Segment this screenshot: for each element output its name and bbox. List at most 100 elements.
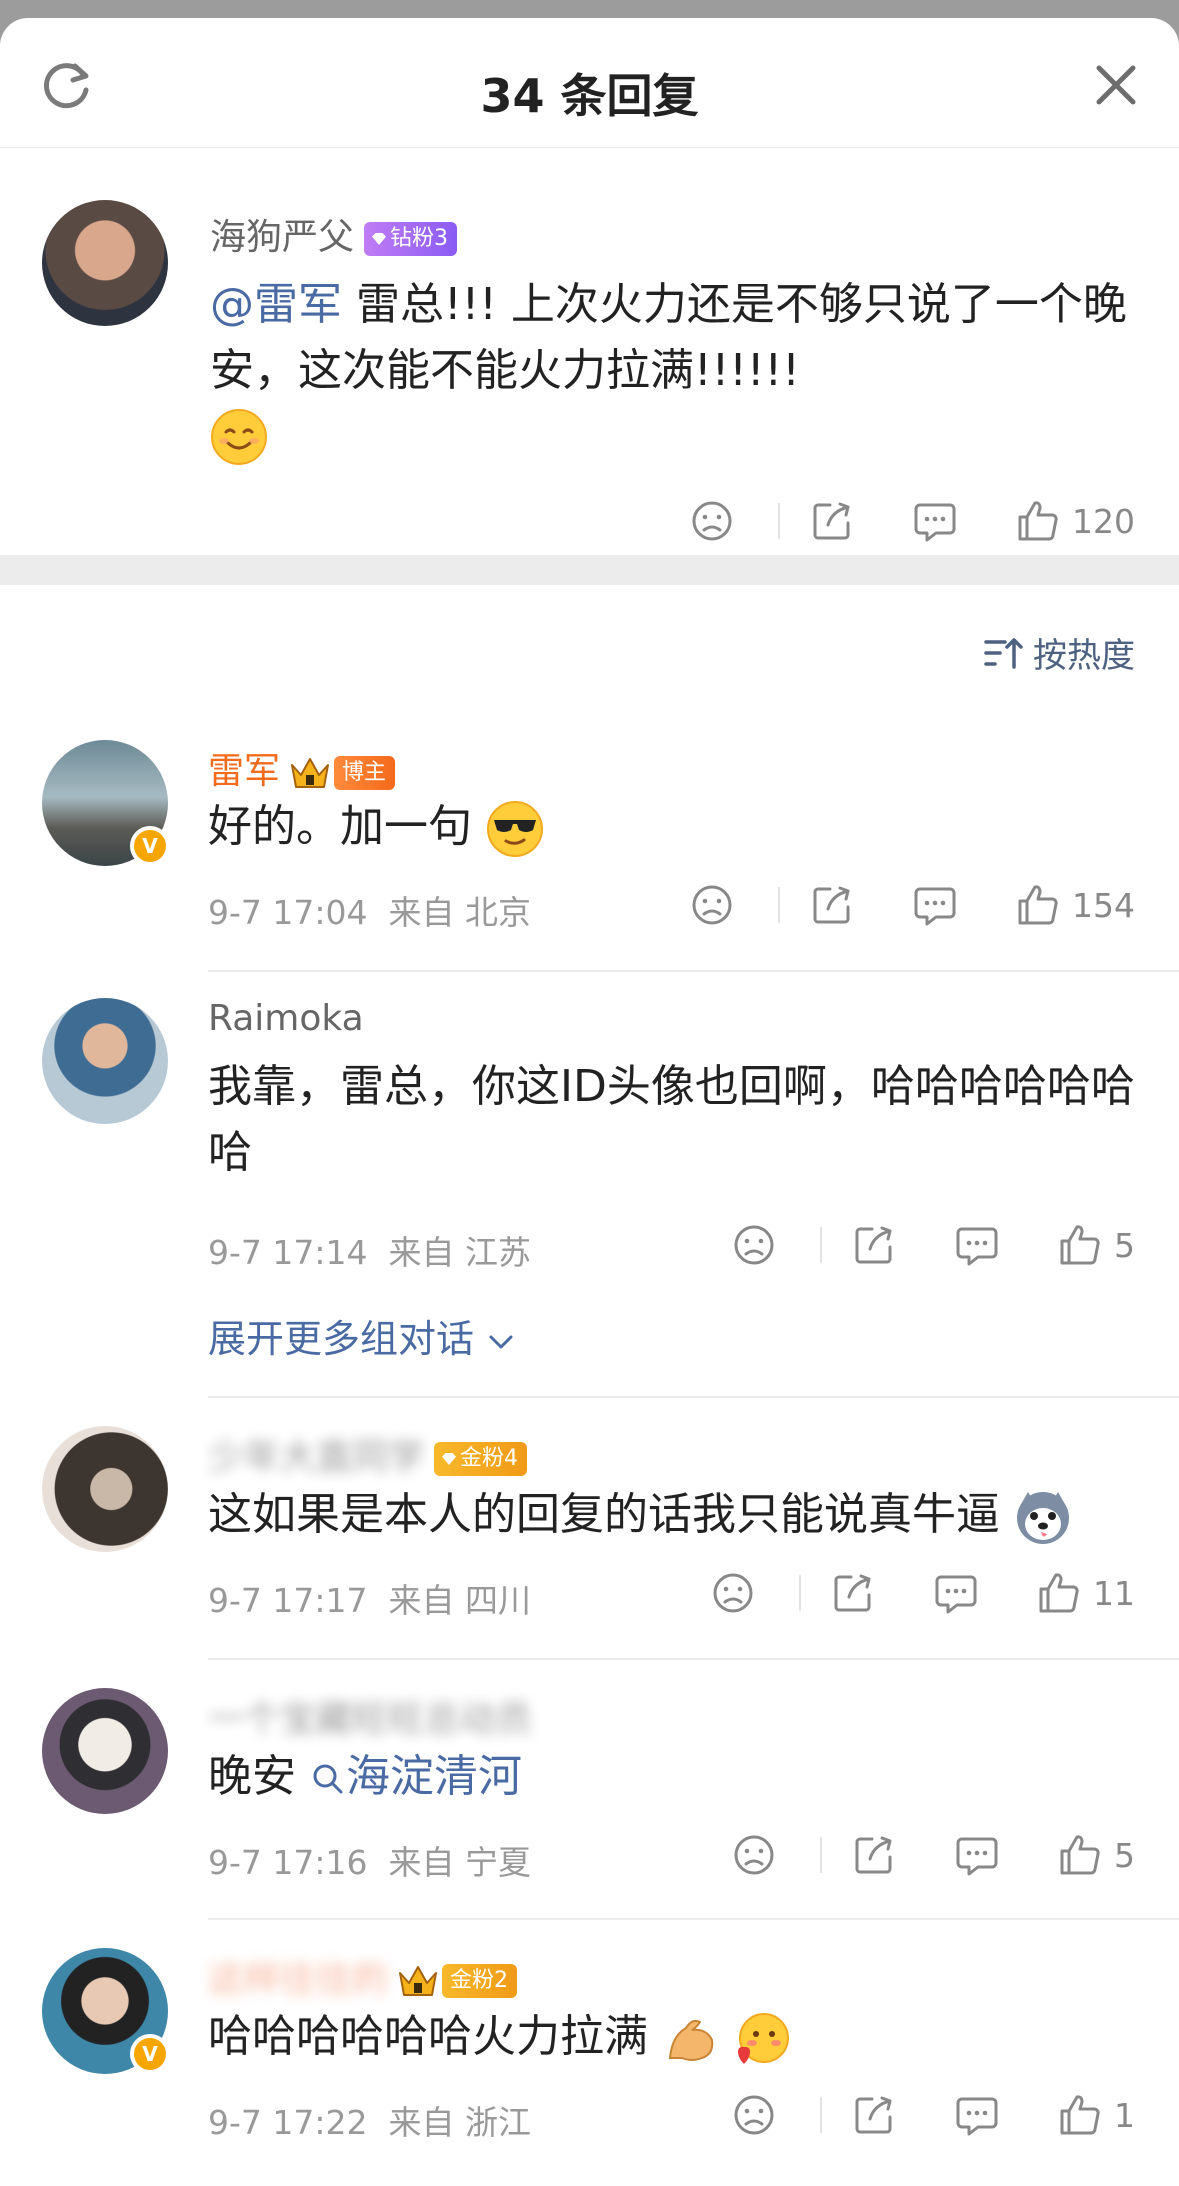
- reply-item: 少年大直同学 金粉4 这如果是本人的回复的话我只能说真牛逼 9-7 17:17 来…: [0, 1398, 1179, 1658]
- expand-label[interactable]: 展开更多组对话: [208, 1317, 474, 1361]
- username[interactable]: 少年大直同学 金粉4: [208, 1428, 528, 1480]
- comment-icon[interactable]: [954, 1223, 1000, 1267]
- reply-meta: 9-7 17:14 来自 江苏: [208, 1226, 531, 1274]
- avatar[interactable]: [42, 200, 168, 326]
- like-button[interactable]: 120: [1016, 499, 1135, 543]
- username-text[interactable]: Raimoka: [208, 998, 364, 1039]
- like-count: 120: [1072, 501, 1135, 541]
- username[interactable]: 雷军 博主: [208, 742, 396, 794]
- avatar[interactable]: [42, 1688, 168, 1814]
- action-separator: [799, 1575, 801, 1611]
- reply-actions: 154: [690, 880, 1135, 930]
- reply-actions: 5: [732, 1830, 1135, 1880]
- sort-icon: [984, 637, 1023, 669]
- like-count: 1: [1114, 2095, 1135, 2135]
- share-icon[interactable]: [852, 1833, 896, 1877]
- username-text[interactable]: 一个宝藏旺旺总动员: [208, 1699, 532, 1740]
- share-icon[interactable]: [810, 883, 854, 927]
- like-button[interactable]: 1: [1058, 2093, 1135, 2137]
- avatar[interactable]: [42, 998, 168, 1124]
- share-icon[interactable]: [852, 1223, 896, 1267]
- topic-link[interactable]: 海淀清河: [310, 1751, 522, 1802]
- username[interactable]: 海狗严父 钻粉3: [210, 208, 458, 260]
- sunglasses-emoji: [487, 801, 543, 857]
- dislike-icon[interactable]: [690, 883, 734, 927]
- action-separator: [820, 1837, 822, 1873]
- mention-link[interactable]: @雷军: [210, 279, 342, 330]
- replies-sheet: 34 条回复 海狗严父 钻粉3 @雷军 雷总!!! 上次火力还是不够只说了一个晚安…: [0, 18, 1179, 2186]
- username[interactable]: 这样往往的 金粉2: [208, 1950, 518, 2002]
- reply-actions: 1: [732, 2090, 1135, 2140]
- sort-label: 按热度: [1033, 636, 1135, 676]
- section-divider: [0, 555, 1179, 585]
- like-count: 5: [1114, 1225, 1135, 1265]
- expand-thread-link[interactable]: 展开更多组对话: [208, 1308, 516, 1363]
- location: 来自 宁夏: [388, 1843, 531, 1882]
- husky-emoji: [1017, 1492, 1069, 1544]
- comment-icon[interactable]: [933, 1571, 979, 1615]
- share-icon[interactable]: [852, 2093, 896, 2137]
- thumb-up-icon: [1060, 1835, 1100, 1875]
- comment-icon[interactable]: [912, 499, 958, 543]
- like-button[interactable]: 11: [1037, 1571, 1135, 1615]
- action-separator: [778, 887, 780, 923]
- thumb-up-icon: [1018, 885, 1058, 925]
- location: 来自 浙江: [388, 2103, 531, 2142]
- like-button[interactable]: 5: [1058, 1223, 1135, 1267]
- location: 来自 北京: [388, 893, 531, 932]
- like-count: 11: [1093, 1573, 1135, 1613]
- username-text[interactable]: 海狗严父: [210, 217, 354, 258]
- diamond-icon: [442, 1453, 457, 1465]
- comment-icon[interactable]: [912, 883, 958, 927]
- blogger-badge: 博主: [334, 756, 396, 790]
- share-icon[interactable]: [810, 499, 854, 543]
- close-icon[interactable]: [1091, 60, 1141, 110]
- like-count: 154: [1072, 885, 1135, 925]
- fan-badge: 金粉2: [442, 1964, 518, 1998]
- avatar[interactable]: [42, 1426, 168, 1552]
- username-text[interactable]: 少年大直同学: [208, 1437, 424, 1478]
- timestamp: 9-7 17:17: [208, 1581, 368, 1620]
- username[interactable]: 一个宝藏旺旺总动员: [208, 1690, 532, 1742]
- action-separator: [820, 1227, 822, 1263]
- sheet-title: 34 条回复: [480, 69, 699, 123]
- dislike-icon[interactable]: [732, 1833, 776, 1877]
- reply-text: 好的。加一句: [208, 794, 544, 860]
- username[interactable]: Raimoka: [208, 998, 364, 1039]
- username-text[interactable]: 雷军: [208, 751, 280, 792]
- reply-item: V 这样往往的 金粉2 哈哈哈哈哈哈火力拉满 9-7 17:22 来自 浙江 1: [0, 1920, 1179, 2186]
- reply-body: 这如果是本人的回复的话我只能说真牛逼: [208, 1489, 1000, 1540]
- comment-text: @雷军 雷总!!! 上次火力还是不够只说了一个晚安，这次能不能火力拉满!!!!!…: [210, 272, 1130, 485]
- reply-text: 这如果是本人的回复的话我只能说真牛逼: [208, 1482, 1072, 1548]
- comment-icon[interactable]: [954, 2093, 1000, 2137]
- topic-label[interactable]: 海淀清河: [346, 1751, 522, 1802]
- reply-meta: 9-7 17:22 来自 浙江: [208, 2096, 531, 2144]
- reply-text: 我靠，雷总，你这ID头像也回啊，哈哈哈哈哈哈哈: [208, 1054, 1138, 1186]
- dislike-icon[interactable]: [732, 1223, 776, 1267]
- timestamp: 9-7 17:14: [208, 1233, 368, 1272]
- reply-meta: 9-7 17:04 来自 北京: [208, 886, 531, 934]
- dislike-icon[interactable]: [690, 499, 734, 543]
- fan-badge: 钻粉3: [364, 222, 458, 256]
- fan-badge: 金粉4: [434, 1442, 528, 1476]
- like-button[interactable]: 5: [1058, 1833, 1135, 1877]
- search-icon: [313, 1764, 343, 1794]
- reply-item: 一个宝藏旺旺总动员 晚安 海淀清河 9-7 17:16 来自 宁夏 5: [0, 1660, 1179, 1920]
- comment-icon[interactable]: [954, 1833, 1000, 1877]
- like-button[interactable]: 154: [1016, 883, 1135, 927]
- reply-body: 好的。加一句: [208, 801, 472, 852]
- dislike-icon[interactable]: [711, 1571, 755, 1615]
- location: 来自 四川: [388, 1581, 531, 1620]
- sort-button[interactable]: 按热度: [983, 628, 1135, 677]
- action-separator: [820, 2097, 822, 2133]
- username-text[interactable]: 这样往往的: [208, 1959, 388, 2000]
- like-count: 5: [1114, 1835, 1135, 1875]
- reply-item: Raimoka 我靠，雷总，你这ID头像也回啊，哈哈哈哈哈哈哈 9-7 17:1…: [0, 972, 1179, 1402]
- verified-v-icon: V: [130, 826, 170, 866]
- dislike-icon[interactable]: [732, 2093, 776, 2137]
- share-icon[interactable]: [831, 1571, 875, 1615]
- timestamp: 9-7 17:16: [208, 1843, 368, 1882]
- crown-icon: [291, 758, 330, 788]
- muscle-emoji: [668, 2019, 714, 2061]
- reply-body: 我靠，雷总，你这ID头像也回啊，哈哈哈哈哈哈哈: [208, 1061, 1135, 1178]
